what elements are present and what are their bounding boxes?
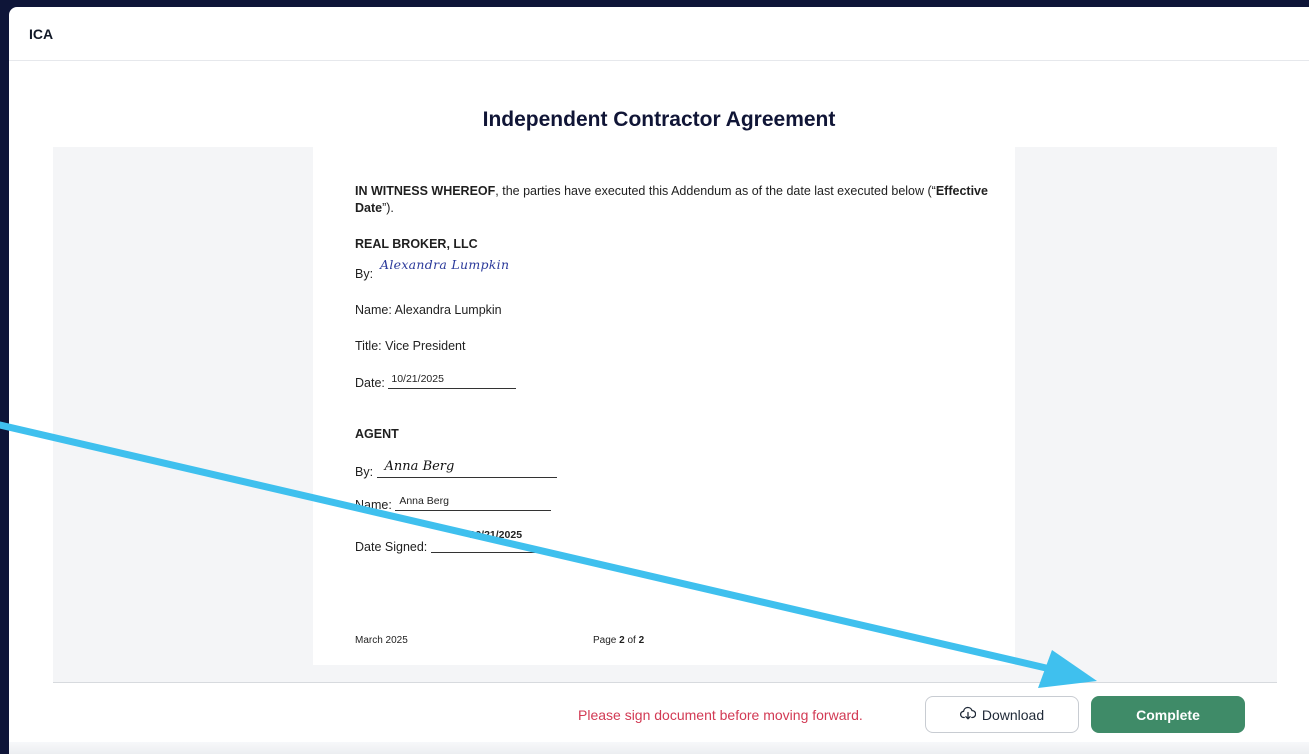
- agent-signature: Anna Berg: [384, 459, 455, 474]
- download-button[interactable]: Download: [925, 696, 1079, 733]
- action-divider: [53, 682, 1277, 683]
- app-window: ICA Independent Contractor Agreement IN …: [9, 7, 1309, 754]
- agent-by-line: By: Anna Berg: [355, 459, 557, 479]
- broker-date-line: Date: 10/21/2025: [355, 373, 517, 390]
- broker-date-field: 10/21/2025: [388, 373, 517, 389]
- top-bar: ICA: [9, 7, 1309, 61]
- agent-signature-field: Anna Berg: [376, 459, 557, 478]
- agent-date-line: Date Signed: 10/21/2025: [355, 529, 561, 554]
- broker-signature: Alexandra Lumpkin: [380, 257, 510, 272]
- app-title: ICA: [29, 25, 54, 42]
- broker-date-value: 10/21/2025: [391, 373, 444, 385]
- document-page: IN WITNESS WHEREOF, the parties have exe…: [313, 147, 1015, 665]
- agent-heading: AGENT: [355, 427, 399, 441]
- agent-name-field: Anna Berg: [395, 495, 552, 511]
- broker-date-label: Date:: [355, 376, 385, 390]
- footer-page-number: Page 2 of 2: [593, 635, 644, 646]
- page-of: of: [627, 635, 636, 646]
- agent-date-field: 10/21/2025: [430, 529, 561, 553]
- broker-name-value: Alexandra Lumpkin: [394, 303, 502, 317]
- page-label: Page: [593, 635, 617, 646]
- witness-text: , the parties have executed this Addendu…: [495, 184, 936, 198]
- broker-name-line: Name: Alexandra Lumpkin: [355, 303, 502, 317]
- witness-end: ”).: [382, 201, 394, 215]
- broker-name-label: Name:: [355, 303, 392, 317]
- witness-bold: IN WITNESS WHEREOF: [355, 184, 496, 198]
- complete-button[interactable]: Complete: [1091, 696, 1245, 733]
- agent-by-label: By:: [355, 465, 374, 479]
- agent-name-label: Name:: [355, 498, 392, 512]
- agent-name-value: Anna Berg: [399, 495, 449, 507]
- witness-clause: IN WITNESS WHEREOF, the parties have exe…: [355, 183, 995, 217]
- broker-title-value: Vice President: [385, 339, 466, 353]
- document-heading: Independent Contractor Agreement: [482, 108, 836, 131]
- broker-by-line: By: Alexandra Lumpkin: [355, 257, 509, 281]
- agent-date-value: 10/21/2025: [469, 529, 523, 541]
- sign-warning-message: Please sign document before moving forwa…: [578, 707, 863, 723]
- download-label: Download: [981, 706, 1045, 723]
- agent-name-line: Name: Anna Berg: [355, 495, 552, 512]
- footer-date: March 2025: [355, 635, 408, 646]
- cloud-download-icon: [959, 706, 977, 723]
- broker-by-label: By:: [355, 267, 374, 281]
- bottom-shade: [9, 742, 1309, 754]
- complete-label: Complete: [1136, 706, 1200, 723]
- broker-title-line: Title: Vice President: [355, 339, 465, 353]
- page-current: 2: [619, 635, 625, 646]
- broker-title-label: Title:: [355, 339, 382, 353]
- agent-date-label: Date Signed:: [355, 540, 428, 554]
- broker-heading: REAL BROKER, LLC: [355, 237, 478, 251]
- document-viewer[interactable]: IN WITNESS WHEREOF, the parties have exe…: [53, 147, 1277, 683]
- page-total: 2: [638, 635, 645, 646]
